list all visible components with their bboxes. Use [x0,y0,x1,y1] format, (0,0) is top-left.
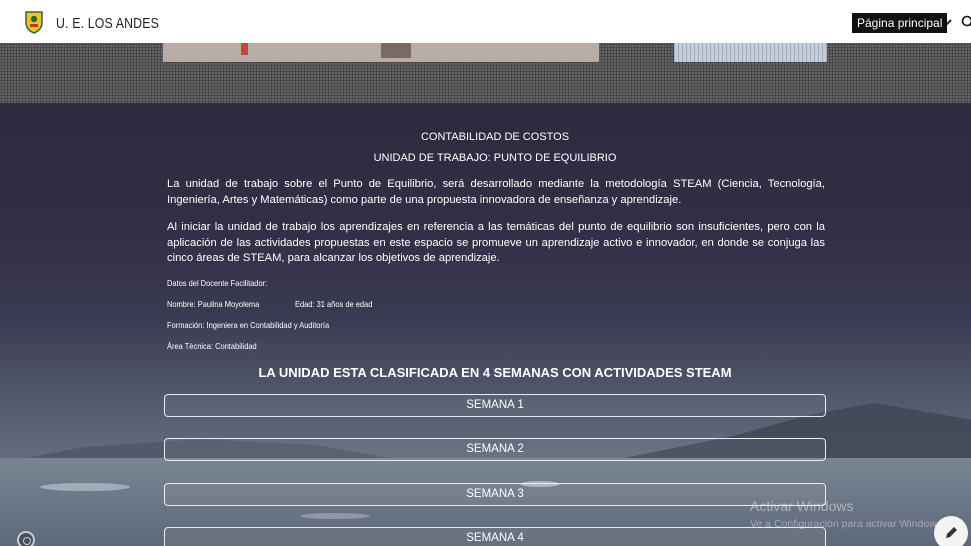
pencil-icon [946,527,957,538]
week-2-button[interactable]: SEMANA 2 [164,438,826,461]
site-header: U. E. LOS ANDES Página principal [0,0,971,43]
unit-title: UNIDAD DE TRABAJO: PUNTO DE EQUILIBRIO [373,152,617,164]
main-content: CONTABILIDAD DE COSTOS UNIDAD DE TRABAJO… [0,103,971,546]
chevron-down-icon[interactable] [940,14,954,30]
intro-paragraph: La unidad de trabajo sobre el Punto de E… [167,178,825,206]
background-ice [40,483,130,491]
teacher-area: Área Técnica: Contabilidad [167,341,257,351]
search-icon[interactable] [960,14,971,30]
edit-fab-button[interactable] [934,516,968,546]
site-title[interactable]: U. E. LOS ANDES [56,15,159,32]
weeks-heading: LA UNIDAD ESTA CLASIFICADA EN 4 SEMANAS … [258,365,732,380]
activation-watermark-text: Ve a Configuración para activar Windows. [750,518,945,530]
teacher-age: Edad: 31 años de edad [295,299,373,309]
week-1-button[interactable]: SEMANA 1 [164,394,826,417]
course-title: CONTABILIDAD DE COSTOS [420,131,570,143]
nav-current-page[interactable]: Página principal [852,13,948,33]
activation-watermark-title: Activar Windows [750,498,854,514]
background-ice [300,513,370,519]
teacher-heading: Datos del Docente Facilitador: [167,278,268,288]
description-paragraph: Al iniciar la unidad de trabajo los apre… [167,221,825,264]
cookie-badge-icon[interactable] [17,531,35,546]
hero-photo-right [674,43,827,62]
hero-photo-left [163,43,599,62]
week-3-button[interactable]: SEMANA 3 [164,483,826,506]
teacher-education: Formación: Ingeniera en Contabilidad y A… [167,320,330,330]
week-4-button[interactable]: SEMANA 4 [164,527,826,546]
school-logo[interactable] [23,10,45,34]
teacher-name: Nombre: Paulina Moyolema [167,299,260,309]
